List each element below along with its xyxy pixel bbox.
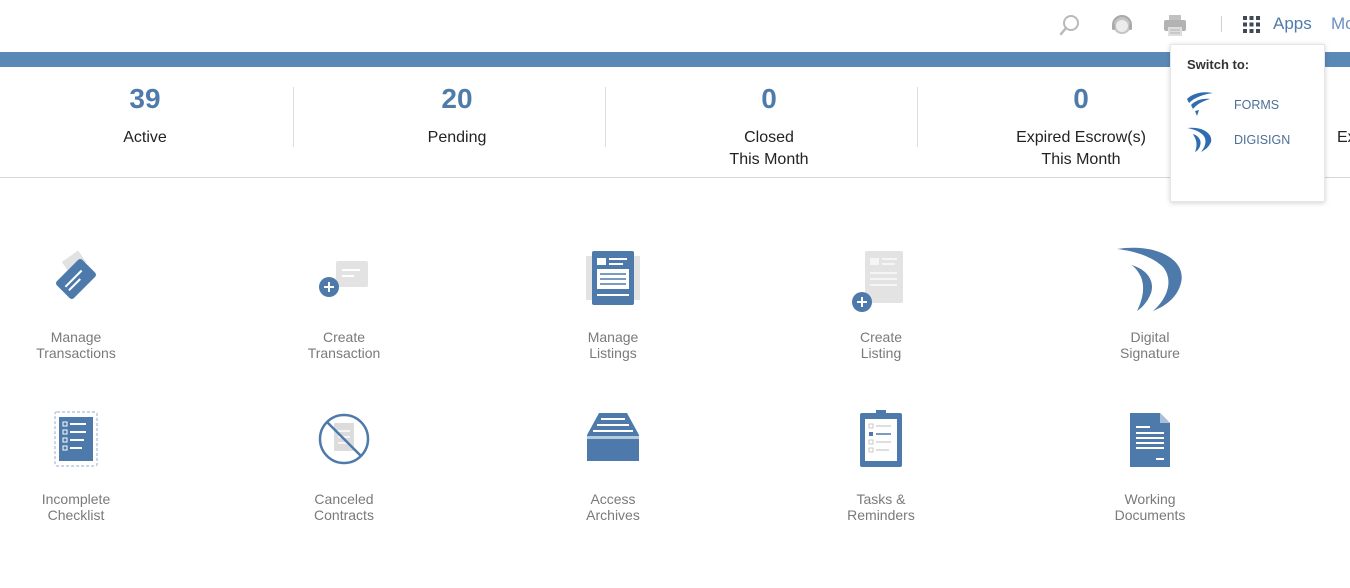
apps-menu-button[interactable]: Apps (1273, 14, 1312, 34)
stat-pending[interactable]: 20 Pending (301, 67, 613, 177)
switch-item-label: FORMS (1234, 98, 1280, 112)
canceled-contracts-icon (318, 413, 370, 465)
dropdown-title: Switch to: (1187, 57, 1250, 72)
access-archives-icon (587, 413, 639, 461)
stat-closed[interactable]: 0 Closed This Month (613, 67, 925, 177)
switch-to-forms[interactable]: FORMS (1185, 91, 1315, 119)
stat-number: 39 (129, 83, 161, 114)
digisign-logo-icon (1187, 127, 1212, 152)
stat-active[interactable]: 39 Active (0, 67, 301, 177)
tile-incomplete-checklist[interactable]: Incomplete Checklist (0, 409, 156, 539)
digital-signature-icon (1117, 247, 1182, 311)
forms-logo-icon (1187, 92, 1213, 116)
switch-item-label: DIGISIGN (1234, 133, 1291, 147)
tile-canceled-contracts[interactable]: Canceled Contracts (264, 409, 424, 539)
tile-label: Tasks & Reminders (847, 491, 915, 523)
tile-label: Access Archives (586, 491, 640, 523)
apps-grid-icon[interactable] (1243, 16, 1260, 33)
tile-access-archives[interactable]: Access Archives (533, 409, 693, 539)
tile-create-transaction[interactable]: Create Transaction (264, 247, 424, 377)
tile-create-listing[interactable]: Create Listing (801, 247, 961, 377)
stat-partial-label[interactable]: Ex (1337, 127, 1350, 149)
stat-number: 20 (441, 83, 473, 114)
tile-label: Canceled Contracts (314, 491, 374, 523)
more-menu-link[interactable]: Mo (1331, 14, 1350, 34)
incomplete-checklist-icon (54, 411, 98, 467)
header-divider (1221, 16, 1222, 32)
tile-label: Incomplete Checklist (41, 491, 111, 523)
tile-label: Create Listing (859, 329, 903, 361)
tile-digital-signature[interactable]: Digital Signature (1070, 247, 1230, 377)
stat-divider (917, 87, 918, 147)
stat-label: Closed This Month (729, 129, 809, 168)
printer-icon[interactable] (1162, 12, 1188, 38)
create-transaction-icon (319, 261, 368, 297)
apps-switch-dropdown: Switch to: FORMS DIGISIGN (1170, 44, 1325, 202)
tile-working-documents[interactable]: Working Documents (1070, 409, 1230, 539)
search-icon[interactable] (1057, 12, 1083, 38)
stat-label: Pending (427, 129, 487, 146)
working-documents-icon (1130, 413, 1170, 467)
manage-transactions-icon (56, 250, 96, 299)
tile-label: Digital Signature (1120, 329, 1180, 361)
stat-number: 0 (761, 83, 777, 114)
top-bar: Apps Mo (0, 0, 1350, 52)
tile-label: Manage Transactions (36, 329, 116, 361)
create-listing-icon (852, 251, 903, 312)
tile-label: Manage Listings (587, 329, 639, 361)
tile-label: Working Documents (1114, 491, 1186, 523)
tile-manage-listings[interactable]: Manage Listings (533, 247, 693, 377)
manage-listings-icon (586, 251, 640, 305)
stat-divider (293, 87, 294, 147)
accent-bar (0, 52, 1350, 67)
stats-summary: 39 Active 20 Pending 0 Closed This Month … (0, 67, 1350, 178)
switch-to-digisign[interactable]: DIGISIGN (1185, 126, 1315, 154)
support-agent-icon[interactable] (1109, 12, 1135, 38)
stat-label: Active (123, 129, 167, 146)
tile-manage-transactions[interactable]: Manage Transactions (0, 247, 156, 377)
stat-divider (605, 87, 606, 147)
tile-label: Create Transaction (307, 329, 381, 361)
tile-tasks-reminders[interactable]: Tasks & Reminders (801, 409, 961, 539)
tasks-reminders-icon (860, 410, 902, 467)
